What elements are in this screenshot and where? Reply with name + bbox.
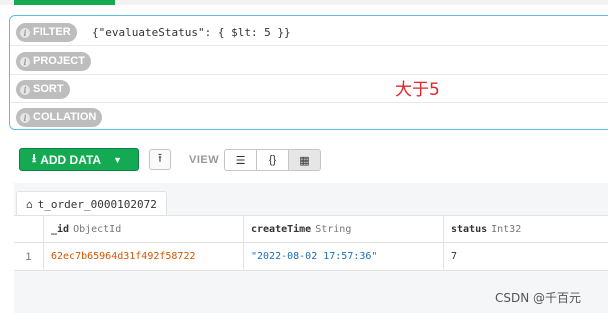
filter-pill: i FILTER [16,23,77,42]
json-view-button[interactable]: {} [256,149,289,171]
view-toggle-group: ☰ {} ▦ [224,149,321,171]
cell-createtime[interactable]: "2022-08-02 17:57:36" [244,243,444,271]
column-type: ObjectId [73,223,122,235]
home-icon: ⌂ [26,197,33,211]
column-header-createtime[interactable]: createTime String [244,216,444,243]
column-type: Int32 [491,223,522,235]
export-button[interactable]: ⭱ [149,149,171,170]
sort-row[interactable]: i SORT [10,75,608,103]
cell-id[interactable]: 62ec7b65964d31f492f58722 [44,243,244,271]
upload-icon: ⭱ [157,151,163,165]
add-data-button[interactable]: ⭳ ADD DATA ▼ [19,148,139,171]
add-data-label: ADD DATA [40,152,102,167]
caret-down-icon: ▼ [113,154,123,165]
column-name: createTime [251,223,312,235]
row-number-header [14,216,44,243]
info-icon: i [20,84,30,95]
download-icon: ⭳ [32,151,37,165]
json-view-label: {} [268,154,277,166]
filter-input[interactable]: {"evaluateStatus": { $lt: 5 }} [92,26,291,39]
view-label: VIEW [189,154,220,166]
collection-tab-label: t_order_0000102072 [37,197,157,211]
int-value: 7 [451,251,458,262]
collation-label: COLLATION [33,111,97,123]
sort-label: SORT [33,83,64,95]
collation-pill: i COLLATION [16,108,103,127]
info-icon: i [20,56,30,67]
active-tab-indicator [14,0,115,5]
filter-row[interactable]: i FILTER {"evaluateStatus": { $lt: 5 }} [10,18,608,46]
project-pill: i PROJECT [16,52,91,71]
sort-pill: i SORT [16,80,70,99]
cell-status[interactable]: 7 [444,243,608,271]
string-value: "2022-08-02 17:57:36" [251,251,378,262]
query-bar: i FILTER {"evaluateStatus": { $lt: 5 }} … [9,15,608,130]
collection-tab[interactable]: ⌂ t_order_0000102072 [16,191,167,216]
list-view-button[interactable]: ☰ [224,149,257,171]
column-name: status [451,223,488,235]
row-number: 1 [14,243,44,271]
column-header-status[interactable]: status Int32 [444,216,608,243]
document-toolbar: ⭳ ADD DATA ▼ ⭱ VIEW ☰ {} ▦ [0,142,608,178]
table-icon: ▦ [299,154,310,167]
column-type: String [315,223,352,235]
objectid-value: 62ec7b65964d31f492f58722 [51,251,196,262]
column-header-id[interactable]: _id ObjectId [44,216,244,243]
filter-label: FILTER [33,26,71,38]
results-table: _id ObjectId createTime String status In… [14,215,608,271]
info-icon: i [20,112,30,123]
watermark: CSDN @千百元 [495,291,582,305]
project-label: PROJECT [33,55,85,67]
project-row[interactable]: i PROJECT [10,47,608,75]
list-icon: ☰ [235,154,246,167]
info-icon: i [20,27,30,38]
column-name: _id [51,223,70,235]
top-tab-strip [0,0,608,5]
table-view-button[interactable]: ▦ [288,149,321,171]
collation-row[interactable]: i COLLATION [10,103,608,131]
annotation-text: 大于5 [395,80,440,100]
